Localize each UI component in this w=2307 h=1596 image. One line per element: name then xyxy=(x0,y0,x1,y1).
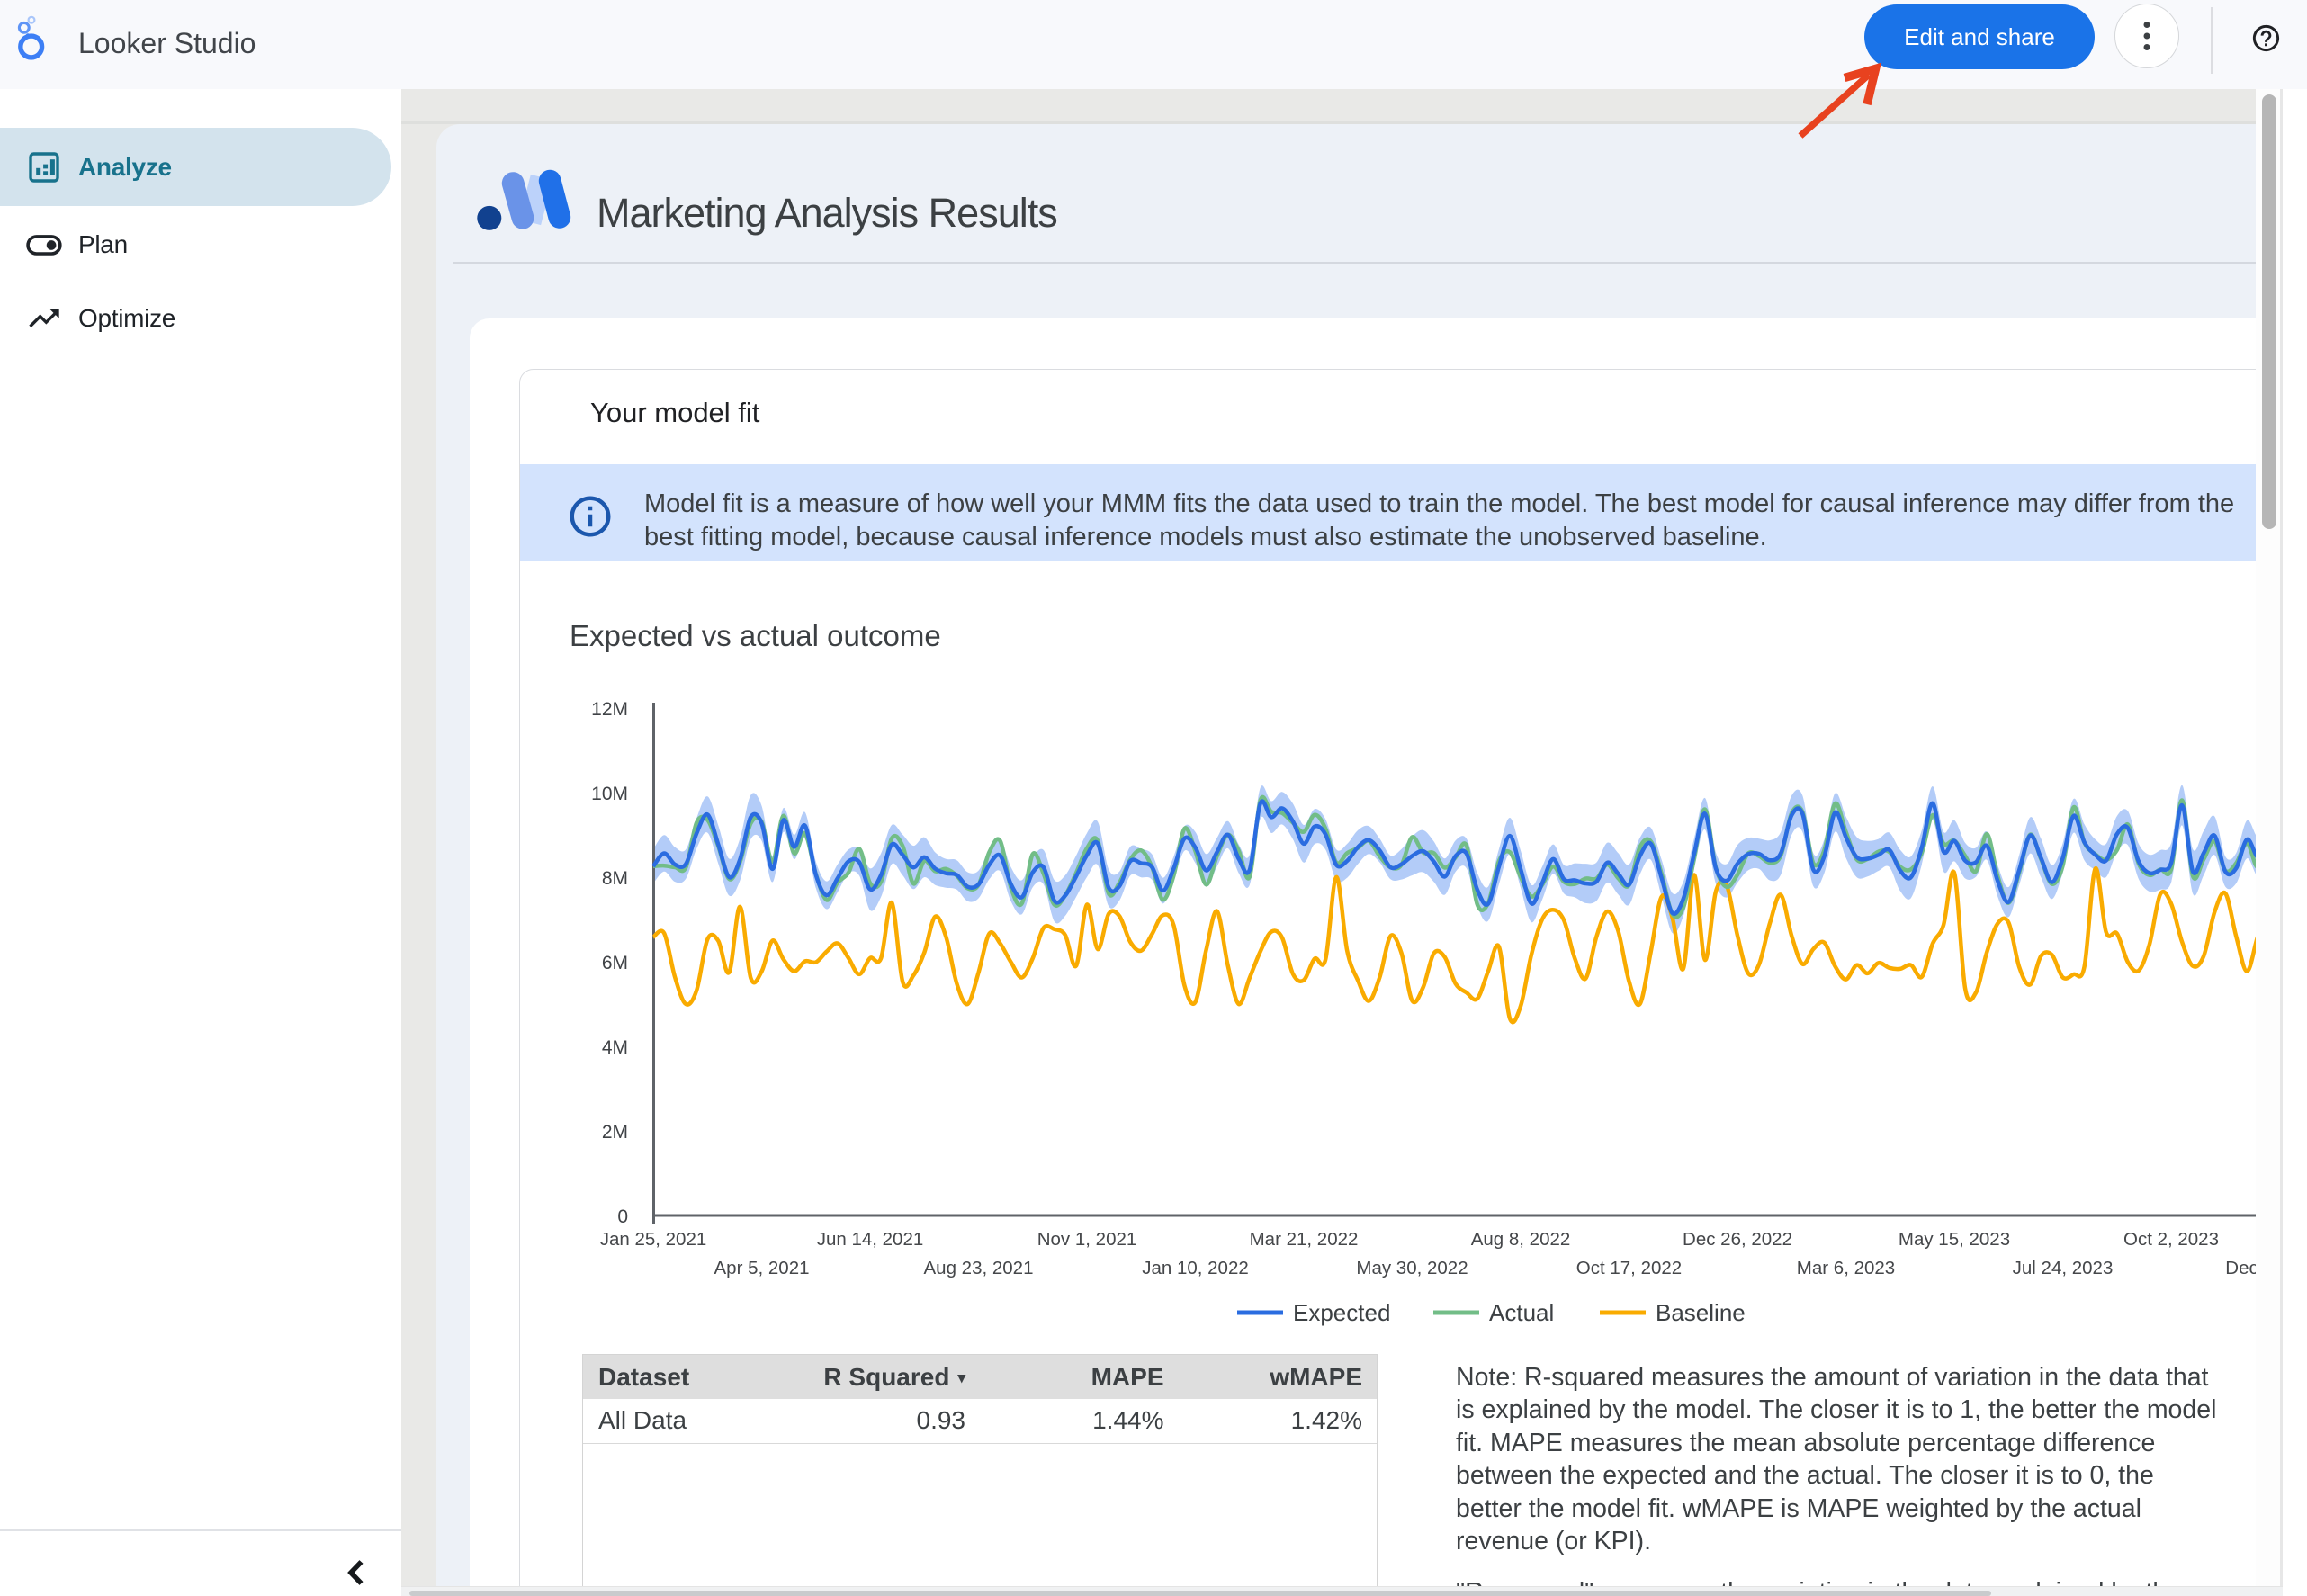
info-banner: Model fit is a measure of how well your … xyxy=(520,464,2256,561)
cell-dataset: All Data xyxy=(583,1399,782,1443)
model-fit-table: Dataset R Squared▾ MAPE wMAPE All Data 0… xyxy=(582,1354,1378,1596)
chevron-left-icon xyxy=(343,1557,370,1588)
horizontal-scrollbar[interactable] xyxy=(401,1586,2283,1596)
y-tick-label: 8M xyxy=(602,868,628,889)
card-title: Your model fit xyxy=(590,397,759,429)
vertical-scrollbar[interactable] xyxy=(2256,89,2283,1596)
x-tick-label: May 15, 2023 xyxy=(1899,1229,2010,1250)
looker-studio-logo-icon xyxy=(14,13,50,63)
topbar: Looker Studio Edit and share xyxy=(0,0,2307,89)
report-title: Marketing Analysis Results xyxy=(597,190,1057,237)
trending-up-icon xyxy=(26,300,62,336)
x-tick-label: Oct 17, 2022 xyxy=(1576,1258,1682,1278)
model-fit-card: Your model fit Model fit is a measure of… xyxy=(519,369,2256,1596)
col-wmape[interactable]: wMAPE xyxy=(1179,1355,1378,1399)
topbar-divider xyxy=(2211,7,2213,74)
x-tick-label: Mar 6, 2023 xyxy=(1797,1258,1895,1278)
legend-item-label: Expected xyxy=(1293,1299,1390,1326)
x-tick-label: Aug 23, 2021 xyxy=(924,1258,1034,1278)
x-tick-label: Jan 25, 2021 xyxy=(600,1229,707,1250)
report-frame-border xyxy=(2280,89,2283,1596)
table-row: All Data 0.93 1.44% 1.42% xyxy=(583,1399,1377,1443)
help-button[interactable] xyxy=(2250,22,2282,54)
y-tick-label: 2M xyxy=(602,1122,628,1143)
x-tick-label: Apr 5, 2021 xyxy=(714,1258,810,1278)
vertical-scrollbar-thumb[interactable] xyxy=(2262,94,2276,529)
app-title: Looker Studio xyxy=(78,27,256,60)
more-options-button[interactable] xyxy=(2114,4,2179,68)
sidebar: Analyze Plan Optimize xyxy=(0,89,401,1596)
x-tick-label: Mar 21, 2022 xyxy=(1250,1229,1359,1250)
cell-r-squared: 0.93 xyxy=(782,1399,981,1443)
sidebar-divider xyxy=(0,1529,401,1531)
y-tick-label: 4M xyxy=(602,1037,628,1058)
analytics-icon xyxy=(26,149,62,185)
y-tick-label: 0 xyxy=(617,1206,628,1227)
table-header-row: Dataset R Squared▾ MAPE wMAPE xyxy=(583,1355,1377,1399)
x-tick-label: May 30, 2022 xyxy=(1356,1258,1468,1278)
section-card: Your model fit Model fit is a measure of… xyxy=(470,318,2256,1596)
sidebar-collapse-button[interactable] xyxy=(329,1552,383,1593)
model-fit-chart: 0 2M 4M 6M 8M 10M 12M Jan 25, 2021 Jun 14, 2021 N… xyxy=(522,647,2256,1358)
col-mape[interactable]: MAPE xyxy=(980,1355,1179,1399)
edit-and-share-button[interactable]: Edit and share xyxy=(1864,4,2095,69)
info-icon xyxy=(566,492,615,541)
horizontal-scrollbar-thumb[interactable] xyxy=(409,1591,1991,1596)
report-viewport: Marketing Analysis Results Your model fi… xyxy=(401,89,2256,1596)
x-tick-label: Jun 14, 2021 xyxy=(817,1229,924,1250)
x-tick-label: Jan 10, 2022 xyxy=(1142,1258,1249,1278)
sidebar-item-plan[interactable]: Plan xyxy=(0,205,391,283)
legend-item-label: Baseline xyxy=(1656,1299,1746,1326)
report-page: Marketing Analysis Results Your model fi… xyxy=(436,124,2256,1596)
x-tick-label: Jul 24, 2023 xyxy=(2013,1258,2114,1278)
note-text: Note: R-squared measures the amount of v… xyxy=(1456,1361,2222,1596)
y-tick-label: 6M xyxy=(602,953,628,973)
cell-mape: 1.44% xyxy=(980,1399,1179,1443)
y-tick-label: 10M xyxy=(591,784,628,804)
info-banner-text: Model fit is a measure of how well your … xyxy=(644,488,2235,553)
help-icon xyxy=(2250,22,2282,54)
x-tick-label: Dec 11, 2023 xyxy=(2225,1258,2256,1278)
sidebar-item-label: Optimize xyxy=(78,304,175,333)
sidebar-item-analyze[interactable]: Analyze xyxy=(0,128,391,206)
col-r-squared[interactable]: R Squared▾ xyxy=(782,1355,981,1399)
x-tick-label: Aug 8, 2022 xyxy=(1471,1229,1571,1250)
legend-item-label: Actual xyxy=(1489,1299,1554,1326)
sort-desc-icon: ▾ xyxy=(957,1369,965,1387)
report-header-divider xyxy=(453,262,2256,264)
x-tick-label: Nov 1, 2021 xyxy=(1037,1229,1137,1250)
y-tick-label: 12M xyxy=(591,699,628,720)
toggle-icon xyxy=(26,227,62,263)
col-dataset[interactable]: Dataset xyxy=(583,1355,782,1399)
sidebar-item-optimize[interactable]: Optimize xyxy=(0,279,391,357)
cell-wmape: 1.42% xyxy=(1179,1399,1378,1443)
x-tick-label: Oct 2, 2023 xyxy=(2123,1229,2219,1250)
x-tick-label: Dec 26, 2022 xyxy=(1683,1229,1792,1250)
sidebar-item-label: Analyze xyxy=(78,153,172,182)
more-vert-icon xyxy=(2131,20,2163,52)
red-arrow-annotation xyxy=(1782,54,1899,153)
meridian-logo xyxy=(476,165,575,240)
sidebar-item-label: Plan xyxy=(78,230,128,259)
